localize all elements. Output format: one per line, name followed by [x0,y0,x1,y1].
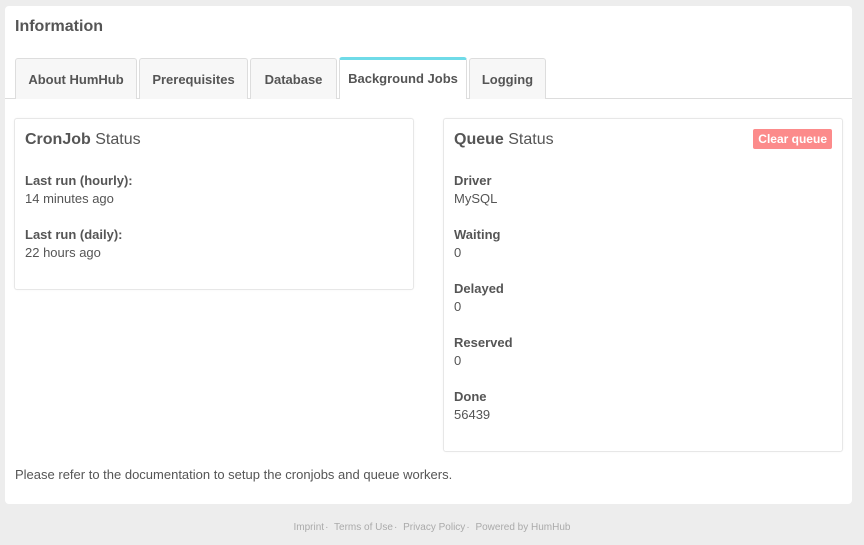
field-label: Delayed [454,281,504,296]
queue-title-suffix: Status [508,131,554,148]
field-value: 56439 [454,407,491,422]
cronjob-daily-field: Last run (daily): 22 hours ago [25,226,123,262]
field-label: Last run (daily): [25,227,123,242]
footer-separator: · [466,522,470,533]
footer-separator: · [325,522,329,533]
tab-about-humhub[interactable]: About HumHub [15,58,137,99]
field-label: Last run (hourly): [25,173,133,188]
page-title: Information [15,18,103,35]
footer: Imprint· Terms of Use· Privacy Policy· P… [0,522,864,533]
field-label: Driver [454,173,492,188]
field-label: Reserved [454,335,513,350]
footer-link-terms[interactable]: Terms of Use [334,522,393,533]
field-value: 0 [454,245,462,260]
field-value: 0 [454,353,462,368]
field-value: MySQL [454,191,498,206]
tab-logging[interactable]: Logging [469,58,546,99]
queue-status-box: Queue Status Clear queue Driver MySQL Wa… [443,118,843,452]
field-label: Done [454,389,487,404]
cronjob-status-box: CronJob Status Last run (hourly): 14 min… [14,118,414,290]
queue-done-field: Done 56439 [454,388,490,424]
cronjob-title-suffix: Status [95,131,141,148]
cronjob-title: CronJob [25,131,91,148]
queue-driver-field: Driver MySQL [454,172,497,208]
documentation-note: Please refer to the documentation to set… [15,467,453,482]
field-label: Waiting [454,227,501,242]
tab-background-jobs[interactable]: Background Jobs [339,57,467,99]
tab-database[interactable]: Database [250,58,337,99]
footer-link-powered-by[interactable]: Powered by HumHub [475,522,570,533]
field-value: 22 hours ago [25,245,101,260]
cronjob-hourly-field: Last run (hourly): 14 minutes ago [25,172,133,208]
queue-waiting-field: Waiting 0 [454,226,500,262]
footer-link-imprint[interactable]: Imprint [294,522,325,533]
queue-delayed-field: Delayed 0 [454,280,504,316]
tab-prerequisites[interactable]: Prerequisites [139,58,248,99]
information-panel: Information About HumHub Prerequisites D… [5,6,852,504]
queue-heading: Queue Status [454,131,554,149]
field-value: 14 minutes ago [25,191,114,206]
footer-separator: · [393,522,398,533]
cronjob-heading: CronJob Status [25,131,141,149]
footer-link-privacy[interactable]: Privacy Policy [403,522,465,533]
clear-queue-button[interactable]: Clear queue [753,129,832,149]
queue-reserved-field: Reserved 0 [454,334,513,370]
field-value: 0 [454,299,462,314]
queue-title: Queue [454,131,504,148]
tab-bar: About HumHub Prerequisites Database Back… [5,57,852,99]
